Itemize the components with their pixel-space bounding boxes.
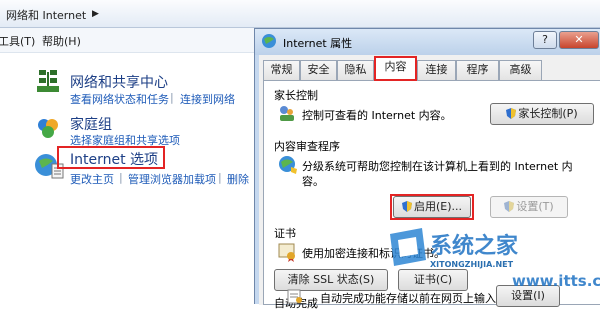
content-advisor-description-line2: 容。 <box>302 175 324 188</box>
category-title-internet-options[interactable]: Internet 选项 <box>70 149 158 169</box>
autocomplete-icon <box>287 288 303 304</box>
certificates-button[interactable]: 证书(C) <box>398 269 468 291</box>
breadcrumb-chevron-icon[interactable]: ▶ <box>92 9 99 19</box>
tab-advanced[interactable]: 高级 <box>499 60 542 80</box>
certificate-icon <box>278 242 298 262</box>
dialog-title: Internet 属性 <box>283 37 353 50</box>
watermark-brand: 系统之家 <box>430 234 519 259</box>
watermark-url: www.itts.cn <box>512 272 600 290</box>
tab-programs[interactable]: 程序 <box>456 60 499 80</box>
uac-shield-icon <box>504 201 515 212</box>
enable-button[interactable]: 启用(E)... <box>393 196 471 218</box>
link-delete[interactable]: 删除 <box>227 171 249 187</box>
link-view-network-status[interactable]: 查看网络状态和任务 <box>70 91 169 107</box>
menu-tools[interactable]: 工具(T) <box>0 33 35 49</box>
tab-connections[interactable]: 连接 <box>417 60 456 80</box>
tab-security[interactable]: 安全 <box>300 60 337 80</box>
group-label-certificates: 证书 <box>274 227 296 240</box>
link-separator: | <box>218 171 222 184</box>
watermark-pinyin: XITONGZHIJIA.NET <box>430 260 514 269</box>
dialog-titlebar[interactable]: Internet 属性 ? ✕ <box>255 29 600 55</box>
parental-description: 控制可查看的 Internet 内容。 <box>302 109 452 122</box>
content-advisor-icon <box>278 155 298 175</box>
link-manage-addons[interactable]: 管理浏览器加载项 <box>128 171 216 187</box>
link-separator: | <box>119 171 123 184</box>
uac-shield-icon <box>401 201 412 212</box>
homegroup-icon[interactable] <box>36 116 60 140</box>
watermark-logo <box>380 224 432 270</box>
menu-bar: 工具(T) 帮助(H) <box>0 28 256 53</box>
uac-shield-icon <box>506 108 517 119</box>
highlight-content-tab <box>374 56 417 81</box>
category-title-homegroup[interactable]: 家庭组 <box>70 114 112 134</box>
content-advisor-description-line1: 分级系统可帮助您控制在该计算机上看到的 Internet 内 <box>302 160 573 173</box>
address-bar[interactable]: 网络和 Internet ▶ <box>0 0 600 28</box>
advisor-settings-button[interactable]: 设置(T) <box>490 196 568 218</box>
network-icon[interactable] <box>36 68 60 94</box>
link-connect-network[interactable]: 连接到网络 <box>180 91 235 107</box>
group-label-parental: 家长控制 <box>274 89 318 102</box>
breadcrumb[interactable]: 网络和 Internet <box>6 7 86 23</box>
tab-general[interactable]: 常规 <box>263 60 300 80</box>
ie-icon <box>261 33 277 49</box>
enable-button-label: 启用(E)... <box>413 200 463 213</box>
parental-control-button[interactable]: 家长控制(P) <box>490 103 594 125</box>
tab-privacy[interactable]: 隐私 <box>337 60 374 80</box>
group-label-content-advisor: 内容审查程序 <box>274 140 340 153</box>
help-button[interactable]: ? <box>533 31 557 49</box>
category-title-network[interactable]: 网络和共享中心 <box>70 72 168 92</box>
parental-control-button-label: 家长控制(P) <box>518 107 578 120</box>
close-button[interactable]: ✕ <box>559 31 599 49</box>
menu-help[interactable]: 帮助(H) <box>42 33 81 49</box>
parental-control-icon <box>278 104 296 122</box>
link-change-homepage[interactable]: 更改主页 <box>70 171 114 187</box>
link-separator: | <box>170 91 174 104</box>
advisor-settings-button-label: 设置(T) <box>516 200 554 213</box>
